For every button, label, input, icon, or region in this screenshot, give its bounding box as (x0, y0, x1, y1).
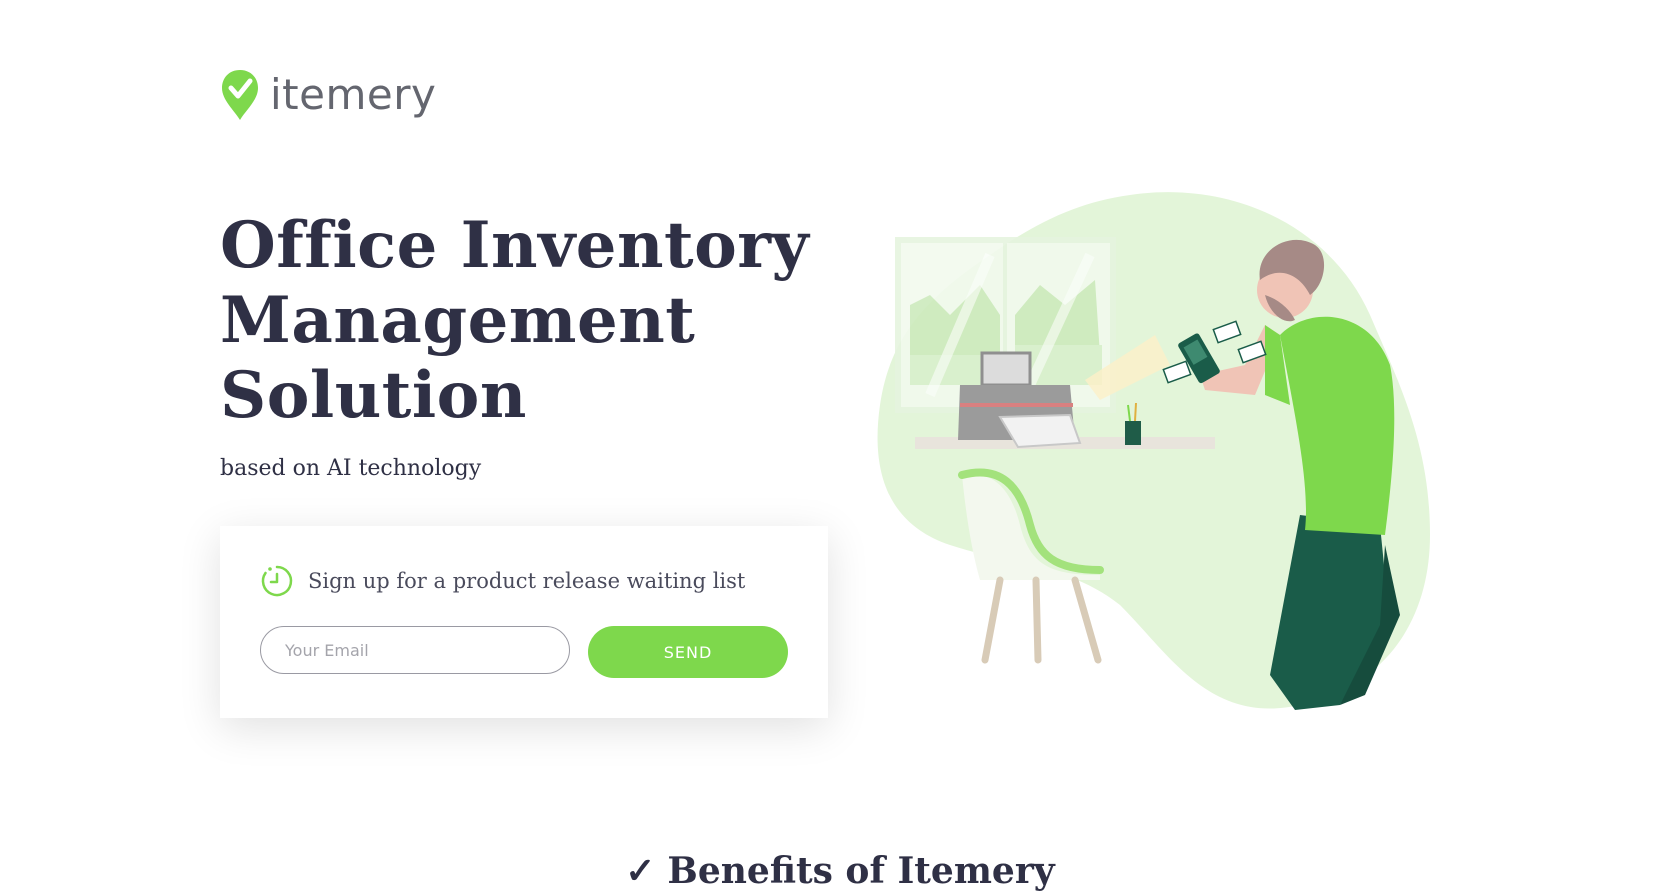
title-line-3: Solution (220, 358, 527, 433)
office-worker-scanning-illustration (877, 192, 1430, 710)
benefits-heading: ✓ Benefits of Itemery (0, 850, 1680, 892)
hero-subtitle: based on AI technology (220, 456, 482, 481)
signup-title: Sign up for a product release waiting li… (308, 569, 746, 593)
brand-logo[interactable]: itemery (220, 68, 436, 122)
benefits-title: Benefits of Itemery (667, 850, 1055, 892)
signup-header: Sign up for a product release waiting li… (260, 564, 745, 598)
title-line-2: Management (220, 283, 696, 358)
check-icon: ✓ (625, 850, 656, 892)
location-check-icon (222, 70, 258, 120)
email-field[interactable] (260, 626, 570, 674)
title-line-1: Office Inventory (220, 208, 810, 283)
clock-icon (261, 565, 293, 597)
brand-name: itemery (270, 70, 437, 119)
page-title: Office Inventory Management Solution (220, 208, 809, 433)
signup-card: Sign up for a product release waiting li… (220, 526, 828, 718)
send-button[interactable]: SEND (588, 626, 788, 678)
